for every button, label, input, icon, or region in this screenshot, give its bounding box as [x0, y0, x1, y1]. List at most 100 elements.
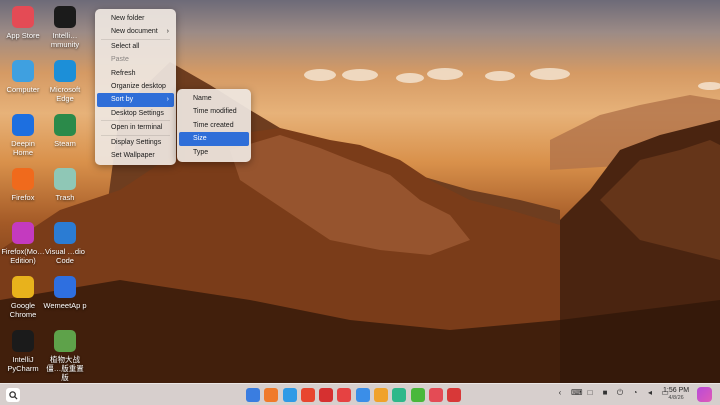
- system-tray: ‹ ⌨ □ ■ ⏻ ◔ ◂ ▭: [556, 389, 669, 397]
- desktop-icon-vscode[interactable]: Visual …dio Code: [43, 222, 87, 265]
- menu-item-label: Desktop Settings: [111, 109, 164, 117]
- menu-item-label: New folder: [111, 15, 145, 22]
- desktop-icon-wemeet[interactable]: WemeetAp p: [43, 276, 87, 310]
- sort-by-submenu: Name Time modified Time created Size Type: [177, 89, 251, 162]
- sort-option-size[interactable]: Size: [179, 132, 249, 146]
- firefox-icon: [12, 168, 34, 190]
- screenshot-icon[interactable]: [447, 388, 462, 402]
- menu-item-paste: Paste: [97, 53, 174, 66]
- menu-item-label: Organize desktop: [111, 82, 166, 90]
- menu-item-refresh[interactable]: Refresh: [97, 67, 174, 80]
- desktop-context-menu: New folder New document › Select all Paste Re…: [95, 9, 176, 166]
- desktop-icon-firefox-mobile[interactable]: Firefox(Mo…Edition): [1, 222, 45, 265]
- desktop-icon-label: WemeetAp p: [43, 301, 87, 310]
- desktop-icon-label: Steam: [54, 139, 76, 148]
- menu-item-label: Refresh: [111, 69, 136, 77]
- search-button[interactable]: [6, 388, 20, 402]
- edge-icon: [54, 60, 76, 82]
- clipboard-icon[interactable]: □: [586, 389, 594, 397]
- desktop-icon-intellij-community[interactable]: Intelli…mmunity: [43, 6, 87, 49]
- desktop-icon-trash[interactable]: Trash: [43, 168, 87, 202]
- volume-icon[interactable]: ◂: [646, 389, 654, 397]
- desktop-icon-label: Trash: [55, 193, 75, 202]
- deepin-home-icon: [12, 114, 34, 136]
- menu-item-label: Sort by: [111, 96, 134, 104]
- menu-item-label: Select all: [111, 42, 140, 50]
- draw-icon[interactable]: [392, 388, 407, 402]
- wemeet-icon: [54, 276, 76, 298]
- menu-item-label: Open in terminal: [111, 124, 163, 132]
- desktop-icon-label: IntelliJ PyCharm: [7, 355, 39, 373]
- vscode-icon: [54, 222, 76, 244]
- desktop-icon-label: 植物大战僵…版重置版: [46, 355, 84, 382]
- clock-time: 1:56 PM: [663, 387, 690, 394]
- desktop-icon-deepin-home[interactable]: Deepin Home: [1, 114, 45, 157]
- trash-icon: [54, 168, 76, 190]
- desktop-icon-label: Visual …dio Code: [45, 247, 85, 265]
- menu-item-new-folder[interactable]: New folder: [97, 12, 174, 25]
- launcher-icon[interactable]: [246, 388, 260, 402]
- desktop-icon-label: Firefox(Mo…Edition): [1, 247, 45, 265]
- terminal-icon[interactable]: [319, 388, 334, 402]
- menu-item-display-settings[interactable]: Display Settings: [97, 136, 174, 149]
- intellij-community-icon: [54, 6, 76, 28]
- desktop-icon-computer[interactable]: Computer: [1, 60, 45, 94]
- chevron-right-icon: ›: [166, 28, 169, 36]
- desktop-icon-label: Intelli…mmunity: [50, 31, 80, 49]
- wifi-icon[interactable]: ◔: [631, 389, 639, 397]
- menu-item-organize-desktop[interactable]: Organize desktop: [97, 80, 174, 93]
- desktop-icon-label: Google Chrome: [9, 301, 37, 319]
- desktop-icon-pycharm[interactable]: IntelliJ PyCharm: [1, 330, 45, 373]
- sort-option-time-created[interactable]: Time created: [179, 119, 249, 132]
- desktop-icon-app-store[interactable]: App Store: [1, 6, 45, 40]
- power-icon[interactable]: ⏻: [616, 389, 624, 397]
- desktop-icon-label: Microsoft Edge: [49, 85, 81, 103]
- sort-option-time-modified[interactable]: Time modified: [179, 105, 249, 118]
- menu-item-set-wallpaper[interactable]: Set Wallpaper: [97, 149, 174, 162]
- clock-date: 4/8/26: [668, 395, 684, 401]
- menu-item-label: Set Wallpaper: [111, 151, 155, 159]
- keyboard-icon[interactable]: ⌨: [571, 389, 583, 397]
- arrow-icon[interactable]: ‹: [556, 389, 564, 397]
- pycharm-icon: [12, 330, 34, 352]
- menu-item-sort-by[interactable]: Sort by ›: [97, 93, 174, 107]
- app-store-icon: [12, 6, 34, 28]
- desktop-icon-edge[interactable]: Microsoft Edge: [43, 60, 87, 103]
- notes-icon[interactable]: [374, 388, 389, 402]
- firefox-mobile-icon: [12, 222, 34, 244]
- menu-item-label: New document: [111, 28, 158, 36]
- menu-item-label: Paste: [111, 56, 129, 64]
- multitask-view-icon[interactable]: [264, 388, 279, 402]
- music-icon[interactable]: [355, 388, 370, 402]
- clock[interactable]: 1:56 PM 4/8/26: [663, 387, 689, 402]
- chrome-icon: [12, 276, 34, 298]
- notification-center-button[interactable]: [697, 387, 712, 402]
- desktop-icon-firefox[interactable]: Firefox: [1, 168, 45, 202]
- desktop-icon-plants-vs-zombies[interactable]: 植物大战僵…版重置版: [43, 330, 87, 382]
- menu-item-new-document[interactable]: New document ›: [97, 25, 174, 38]
- menu-item-select-all[interactable]: Select all: [97, 40, 174, 53]
- steam-icon: [54, 114, 76, 136]
- desktop-icon-label: Computer: [6, 85, 40, 94]
- menu-item-desktop-settings[interactable]: Desktop Settings: [97, 107, 174, 120]
- control-center-icon[interactable]: [410, 388, 425, 402]
- desktop-icon-label: Firefox: [11, 193, 35, 202]
- desktop-icon-chrome[interactable]: Google Chrome: [1, 276, 45, 319]
- chevron-right-icon: ›: [166, 96, 169, 104]
- menu-item-open-in-terminal[interactable]: Open in terminal: [97, 121, 174, 134]
- text-editor-icon[interactable]: [300, 388, 315, 402]
- desktop-icon-label: App Store: [6, 31, 40, 40]
- taskbar: ‹ ⌨ □ ■ ⏻ ◔ ◂ ▭ 1:56 PM 4/8/26: [0, 383, 720, 405]
- menu-item-label: Display Settings: [111, 138, 162, 146]
- sort-option-name[interactable]: Name: [179, 92, 249, 105]
- dock: [246, 388, 462, 402]
- app-store-icon[interactable]: [428, 388, 443, 402]
- search-icon: [8, 390, 18, 400]
- calendar-icon[interactable]: [337, 388, 352, 402]
- notification-icon[interactable]: ■: [601, 389, 609, 397]
- sort-option-type[interactable]: Type: [179, 146, 249, 159]
- desktop-icon-label: Deepin Home: [11, 139, 35, 157]
- file-manager-icon[interactable]: [282, 388, 297, 402]
- plants-vs-zombies-icon: [54, 330, 76, 352]
- desktop-icon-steam[interactable]: Steam: [43, 114, 87, 148]
